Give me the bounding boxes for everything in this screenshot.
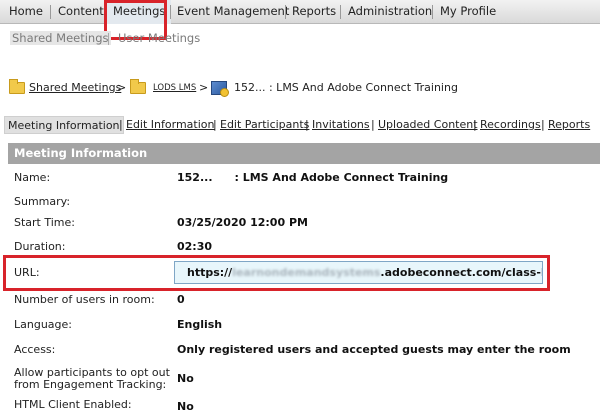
start-time-value: 03/25/2020 12:00 PM <box>177 216 308 229</box>
duration-value: 02:30 <box>177 240 213 253</box>
nav-administration[interactable]: Administration <box>348 0 432 24</box>
language-value: English <box>177 318 223 331</box>
html-client-value: No <box>177 400 194 413</box>
subnav-user-meetings[interactable]: User Meetings <box>118 31 200 45</box>
users-value: 0 <box>177 293 185 306</box>
tab-separator: | <box>371 118 375 131</box>
nav-separator <box>340 5 341 19</box>
nav-separator <box>432 5 433 19</box>
access-label: Access: <box>14 343 56 356</box>
subnav-shared-meetings[interactable]: Shared Meetings <box>10 31 111 45</box>
nav-separator <box>170 5 171 19</box>
nav-separator <box>285 5 286 19</box>
nav-reports[interactable]: Reports <box>292 0 336 24</box>
breadcrumb-shared-meetings[interactable]: Shared Meetings <box>29 81 121 94</box>
optout-label-line2: from Engagement Tracking: <box>14 378 167 391</box>
tab-separator: | <box>541 118 545 131</box>
nav-separator <box>50 5 51 19</box>
tab-reports[interactable]: Reports <box>548 116 590 134</box>
nav-home[interactable]: Home <box>9 0 43 24</box>
users-label: Number of users in room: <box>14 293 155 306</box>
tab-separator: | <box>213 118 217 131</box>
tab-uploaded-content[interactable]: Uploaded Content <box>378 116 478 134</box>
section-header: Meeting Information <box>8 143 600 164</box>
nav-my-profile[interactable]: My Profile <box>440 0 496 24</box>
tab-invitations[interactable]: Invitations <box>312 116 370 134</box>
nav-content[interactable]: Content <box>58 0 104 24</box>
tab-recordings[interactable]: Recordings <box>480 116 541 134</box>
breadcrumb-separator: > <box>117 81 127 94</box>
name-value: 152... : LMS And Adobe Connect Training <box>177 171 448 184</box>
meeting-title: : LMS And Adobe Connect Training <box>234 171 449 184</box>
summary-label: Summary: <box>14 195 71 208</box>
language-label: Language: <box>14 318 72 331</box>
folder-icon <box>9 79 25 94</box>
tab-edit-participants[interactable]: Edit Participants <box>220 116 309 134</box>
tab-meeting-information[interactable]: Meeting Information <box>4 116 124 134</box>
breadcrumb-current-meeting: 152... : LMS And Adobe Connect Training <box>234 81 458 94</box>
folder-icon <box>130 79 146 94</box>
access-value: Only registered users and accepted guest… <box>177 343 571 356</box>
meeting-room-icon <box>211 81 229 97</box>
url-highlight-box <box>3 255 550 291</box>
optout-value: No <box>177 372 194 385</box>
nav-event-management[interactable]: Event Management <box>177 0 289 24</box>
meeting-id: 152... <box>177 171 213 184</box>
start-time-label: Start Time: <box>14 216 75 229</box>
tab-separator: | <box>473 118 477 131</box>
tab-separator: | <box>305 118 309 131</box>
breadcrumb-lods-lms[interactable]: LODS LMS <box>153 83 196 93</box>
html-client-label: HTML Client Enabled: <box>14 398 132 411</box>
name-label: Name: <box>14 171 51 184</box>
breadcrumb-separator: > <box>199 81 209 94</box>
tab-separator: | <box>119 118 123 131</box>
top-navigation-bar: Home Content Meetings Event Management R… <box>0 0 600 24</box>
duration-label: Duration: <box>14 240 66 253</box>
subnav-separator <box>108 33 109 45</box>
tab-edit-information[interactable]: Edit Information <box>126 116 214 134</box>
